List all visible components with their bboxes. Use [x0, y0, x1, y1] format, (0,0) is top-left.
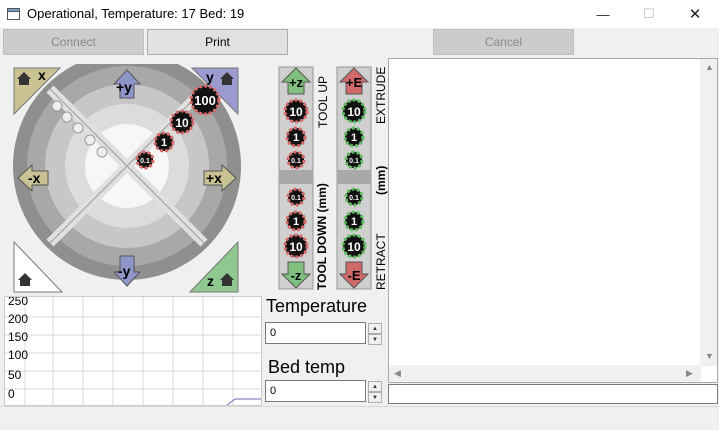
z-up-10-button[interactable]: 10 — [283, 98, 309, 124]
z-up-01-label: 0.1 — [291, 158, 301, 165]
z-jog-column[interactable]: +z 10 1 0.1 0.1 1 10 -z — [278, 66, 316, 292]
y-label-200: 200 — [8, 312, 29, 326]
temperature-up-button[interactable]: ▲ — [368, 323, 382, 334]
z-up-1-label: 1 — [293, 132, 299, 144]
tool-down-label: TOOL DOWN (mm) — [315, 183, 329, 290]
plus-e-label: +E — [346, 75, 363, 90]
z-down-10-label: 10 — [289, 240, 303, 254]
y-label-50: 50 — [8, 368, 22, 382]
graph-grid — [5, 297, 261, 405]
e-mm-label: (mm) — [374, 165, 388, 195]
window-title: Operational, Temperature: 17 Bed: 19 — [27, 6, 245, 21]
bed-temp-up-button[interactable]: ▲ — [368, 381, 382, 392]
e-up-1-label: 1 — [351, 132, 357, 144]
step-10-badge[interactable]: 10 — [169, 109, 195, 135]
y-label-150: 150 — [8, 330, 29, 344]
temperature-title: Temperature — [266, 296, 368, 316]
z-down-01-label: 0.1 — [291, 195, 301, 202]
minus-e-label: -E — [348, 268, 361, 283]
plus-y-label: +y — [116, 79, 132, 95]
e-up-01-button[interactable]: 0.1 — [344, 150, 364, 170]
bed-temp-trace — [226, 398, 236, 405]
e-down-10-button[interactable]: 10 — [341, 233, 367, 259]
cancel-button[interactable]: Cancel — [433, 29, 574, 55]
bed-temp-input[interactable]: 0 — [265, 380, 366, 402]
extrude-label: EXTRUDE — [374, 66, 388, 124]
e-jog-column[interactable]: +E 10 1 0.1 0.1 1 10 -E — [336, 66, 374, 292]
step-1-badge[interactable]: 1 — [153, 131, 175, 153]
e-up-01-label: 0.1 — [349, 158, 359, 165]
plus-x-label: +x — [206, 170, 222, 186]
home-x-label: x — [38, 67, 46, 83]
log-output[interactable]: ▲ ▼ ◀ ▶ — [388, 58, 718, 383]
temperature-input[interactable]: 0 — [265, 322, 366, 344]
y-label-250: 250 — [8, 296, 29, 308]
e-up-1-button[interactable]: 1 — [343, 126, 365, 148]
maximize-button[interactable]: ☐ — [626, 0, 672, 28]
z-down-01-button[interactable]: 0.1 — [286, 187, 306, 207]
minus-z-label: -z — [291, 268, 302, 283]
log-hscrollbar[interactable]: ◀ ▶ — [389, 365, 701, 382]
scroll-up-icon[interactable]: ▲ — [705, 62, 714, 72]
z-down-1-button[interactable]: 1 — [285, 210, 307, 232]
xy-jog-pad[interactable]: x y z +y -y -x +x 100 10 1 0.1 — [10, 64, 250, 294]
scroll-right-icon[interactable]: ▶ — [686, 368, 693, 379]
z-down-10-button[interactable]: 10 — [283, 233, 309, 259]
e-down-01-button[interactable]: 0.1 — [344, 187, 364, 207]
connect-button[interactable]: Connect — [3, 29, 144, 55]
e-down-1-label: 1 — [351, 216, 357, 228]
step-100-badge[interactable]: 100 — [189, 84, 221, 116]
step-01-badge[interactable]: 0.1 — [135, 150, 155, 170]
temperature-down-button[interactable]: ▼ — [368, 334, 382, 345]
print-button[interactable]: Print — [147, 29, 288, 55]
log-vscrollbar[interactable]: ▲ ▼ — [700, 59, 717, 366]
plus-z-label: +z — [289, 75, 304, 90]
tool-up-label: TOOL UP — [316, 75, 330, 128]
step-01-label: 0.1 — [140, 158, 150, 165]
bed-temp-title: Bed temp — [268, 357, 346, 377]
z-up-10-label: 10 — [289, 105, 303, 119]
bed-temp-down-button[interactable]: ▼ — [368, 392, 382, 403]
minus-x-label: -x — [28, 170, 41, 186]
e-up-10-button[interactable]: 10 — [341, 98, 367, 124]
z-down-1-label: 1 — [293, 216, 299, 228]
e-down-10-label: 10 — [347, 240, 361, 254]
title-bar: Operational, Temperature: 17 Bed: 19 — ☐… — [0, 0, 719, 28]
app-icon — [7, 8, 20, 20]
status-bar — [0, 406, 719, 430]
z-up-01-button[interactable]: 0.1 — [286, 150, 306, 170]
minimize-button[interactable]: — — [580, 0, 626, 28]
retract-label: RETRACT — [374, 233, 388, 290]
command-input[interactable] — [388, 384, 718, 404]
minus-y-label: -y — [118, 263, 131, 279]
scroll-down-icon[interactable]: ▼ — [705, 351, 714, 361]
e-down-1-button[interactable]: 1 — [343, 210, 365, 232]
home-y-label: y — [206, 69, 214, 85]
z-up-1-button[interactable]: 1 — [285, 126, 307, 148]
e-down-01-label: 0.1 — [349, 195, 359, 202]
step-10-label: 10 — [175, 116, 189, 130]
step-100-label: 100 — [194, 93, 216, 108]
y-label-0: 0 — [8, 387, 15, 401]
home-z-label: z — [207, 273, 214, 289]
y-label-100: 100 — [8, 348, 29, 362]
scroll-left-icon[interactable]: ◀ — [394, 368, 401, 379]
e-up-10-label: 10 — [347, 105, 361, 119]
step-1-label: 1 — [161, 137, 167, 149]
temperature-graph: 250 200 150 100 50 0 — [4, 296, 262, 406]
close-button[interactable]: ✕ — [672, 0, 718, 28]
